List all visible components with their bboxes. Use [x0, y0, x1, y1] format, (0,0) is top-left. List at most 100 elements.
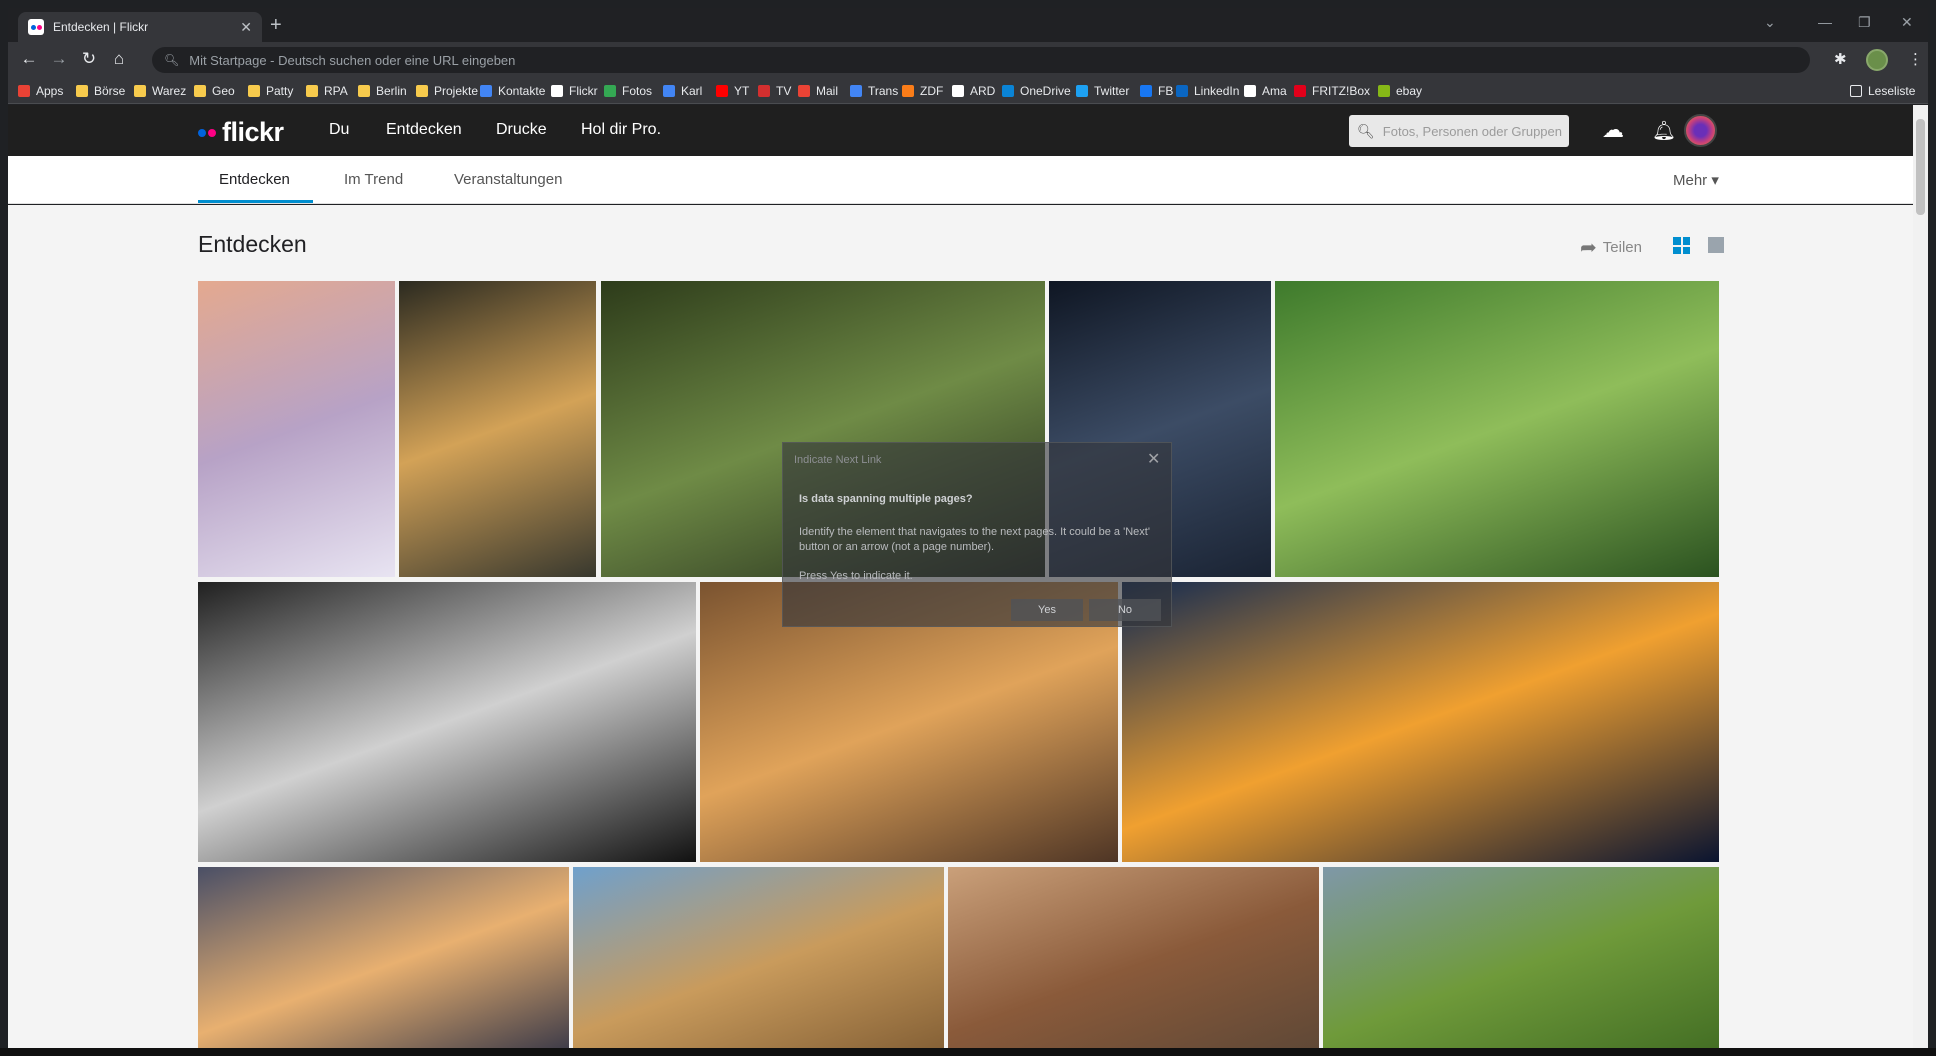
bookmark-icon — [480, 85, 492, 97]
bookmark-label: Projekte — [434, 84, 479, 98]
bookmark-label: Ama — [1262, 84, 1287, 98]
search-icon: 🔍︎ — [164, 53, 180, 67]
reload-icon[interactable]: ↻ — [78, 49, 100, 69]
bookmark-trans[interactable]: Trans — [850, 83, 898, 99]
bookmark-fotos[interactable]: Fotos — [604, 83, 652, 99]
photo-branches-sunset[interactable] — [198, 867, 569, 1056]
grid-view-icon[interactable] — [1673, 237, 1690, 254]
address-bar[interactable]: 🔍︎ Mit Startpage - Deutsch suchen oder e… — [152, 47, 1810, 73]
bookmark-rpa[interactable]: RPA — [306, 83, 348, 99]
single-view-icon[interactable] — [1708, 237, 1724, 253]
bookmark-onedrive[interactable]: OneDrive — [1002, 83, 1071, 99]
back-arrow-icon[interactable]: ← — [18, 49, 40, 69]
photo-squirrel[interactable] — [948, 867, 1319, 1056]
reading-list[interactable]: Leseliste — [1850, 83, 1915, 99]
share-arrow-icon: ➦ — [1580, 237, 1597, 259]
explore-subnav: Entdecken Im Trend Veranstaltungen Mehr … — [8, 156, 1913, 204]
window-close-button[interactable]: ✕ — [1901, 14, 1913, 31]
bookmark-label: Flickr — [569, 84, 598, 98]
bookmark-fritz-box[interactable]: FRITZ!Box — [1294, 83, 1370, 99]
bookmark-icon — [194, 85, 206, 97]
bookmark-ard[interactable]: ARD — [952, 83, 995, 99]
bookmark-kontakte[interactable]: Kontakte — [480, 83, 545, 99]
tab-im-trend[interactable]: Im Trend — [344, 171, 403, 188]
bookmark-zdf[interactable]: ZDF — [902, 83, 943, 99]
flickr-logo[interactable]: flickr — [198, 117, 284, 148]
bookmark-projekte[interactable]: Projekte — [416, 83, 478, 99]
bookmark-label: RPA — [324, 84, 348, 98]
search-icon: 🔍︎ — [1357, 122, 1375, 139]
photo-lake-sunset[interactable] — [1122, 582, 1719, 862]
yes-button[interactable]: Yes — [1011, 599, 1083, 621]
no-button[interactable]: No — [1089, 599, 1161, 621]
bookmark-icon — [716, 85, 728, 97]
bookmark-b-rse[interactable]: Börse — [76, 83, 125, 99]
nav-drucke[interactable]: Drucke — [496, 121, 547, 139]
photo-winter-trees[interactable] — [198, 281, 395, 577]
tab-veranstaltungen[interactable]: Veranstaltungen — [454, 171, 562, 188]
profile-avatar[interactable] — [1866, 49, 1888, 71]
dialog-close-icon[interactable]: ✕ — [1147, 449, 1160, 469]
bookmark-warez[interactable]: Warez — [134, 83, 186, 99]
restore-button[interactable]: ❐ — [1858, 14, 1871, 31]
dialog-question: Is data spanning multiple pages? — [799, 493, 973, 505]
bookmark-twitter[interactable]: Twitter — [1076, 83, 1129, 99]
tab-search-icon[interactable]: ⌄ — [1764, 14, 1776, 31]
home-icon[interactable]: ⌂ — [108, 49, 130, 69]
bookmark-tv[interactable]: TV — [758, 83, 791, 99]
browser-window: Entdecken | Flickr ✕ + ⌄ — ❐ ✕ ← → ↻ ⌂ 🔍… — [8, 8, 1928, 1056]
bookmark-berlin[interactable]: Berlin — [358, 83, 407, 99]
flickr-favicon-icon — [28, 19, 44, 35]
photo-matera-town[interactable] — [573, 867, 944, 1056]
bookmark-mail[interactable]: Mail — [798, 83, 838, 99]
upload-cloud-icon[interactable]: ☁ — [1602, 117, 1624, 143]
bookmark-icon — [76, 85, 88, 97]
browser-tab[interactable]: Entdecken | Flickr ✕ — [18, 12, 262, 42]
bookmark-icon — [663, 85, 675, 97]
bookmark-fb[interactable]: FB — [1140, 83, 1173, 99]
flickr-search-input[interactable]: 🔍︎ Fotos, Personen oder Gruppen — [1349, 115, 1569, 147]
bookmark-icon — [248, 85, 260, 97]
nav-entdecken[interactable]: Entdecken — [386, 121, 462, 139]
page-scrollbar[interactable] — [1913, 105, 1928, 1056]
bookmark-icon — [358, 85, 370, 97]
nav-du[interactable]: Du — [329, 121, 349, 139]
bookmark-label: Patty — [266, 84, 294, 98]
photo-forest-sunbeams[interactable] — [399, 281, 596, 577]
bookmark-linkedin[interactable]: LinkedIn — [1176, 83, 1239, 99]
bookmark-flickr[interactable]: Flickr — [551, 83, 598, 99]
tab-entdecken[interactable]: Entdecken — [219, 171, 290, 188]
bookmark-patty[interactable]: Patty — [248, 83, 293, 99]
user-avatar[interactable] — [1684, 114, 1717, 147]
new-tab-button[interactable]: + — [270, 14, 282, 37]
bookmark-ama[interactable]: Ama — [1244, 83, 1287, 99]
browser-menu-icon[interactable]: ⋮ — [1908, 50, 1923, 68]
tab-close-icon[interactable]: ✕ — [240, 19, 252, 36]
bookmark-icon — [902, 85, 914, 97]
bookmark-label: YT — [734, 84, 750, 98]
forward-arrow-icon[interactable]: → — [48, 49, 70, 69]
more-dropdown[interactable]: Mehr ▾ — [1673, 171, 1719, 189]
extensions-puzzle-icon[interactable]: ✱ — [1834, 50, 1847, 68]
bookmark-ebay[interactable]: ebay — [1378, 83, 1422, 99]
photo-street-bw[interactable] — [198, 582, 696, 862]
bookmark-icon — [1294, 85, 1306, 97]
bookmark-icon — [134, 85, 146, 97]
nav-pro[interactable]: Hol dir Pro. — [581, 121, 661, 139]
notifications-bell-icon[interactable]: 🔔︎ — [1652, 119, 1676, 143]
share-button[interactable]: ➦ Teilen — [1580, 235, 1642, 260]
active-tab-indicator — [198, 200, 313, 203]
bookmark-icon — [850, 85, 862, 97]
bookmark-apps[interactable]: Apps — [18, 83, 63, 99]
bookmark-label: Geo — [212, 84, 235, 98]
photo-butterfly[interactable] — [1275, 281, 1719, 577]
bookmark-label: FB — [1158, 84, 1174, 98]
bookmark-geo[interactable]: Geo — [194, 83, 235, 99]
minimize-button[interactable]: — — [1818, 14, 1832, 30]
photo-green-hills[interactable] — [1323, 867, 1719, 1056]
bookmark-karl[interactable]: Karl — [663, 83, 702, 99]
bookmark-yt[interactable]: YT — [716, 83, 749, 99]
bookmark-icon — [1244, 85, 1256, 97]
bookmark-label: Trans — [868, 84, 899, 98]
scrollbar-thumb[interactable] — [1916, 119, 1925, 215]
